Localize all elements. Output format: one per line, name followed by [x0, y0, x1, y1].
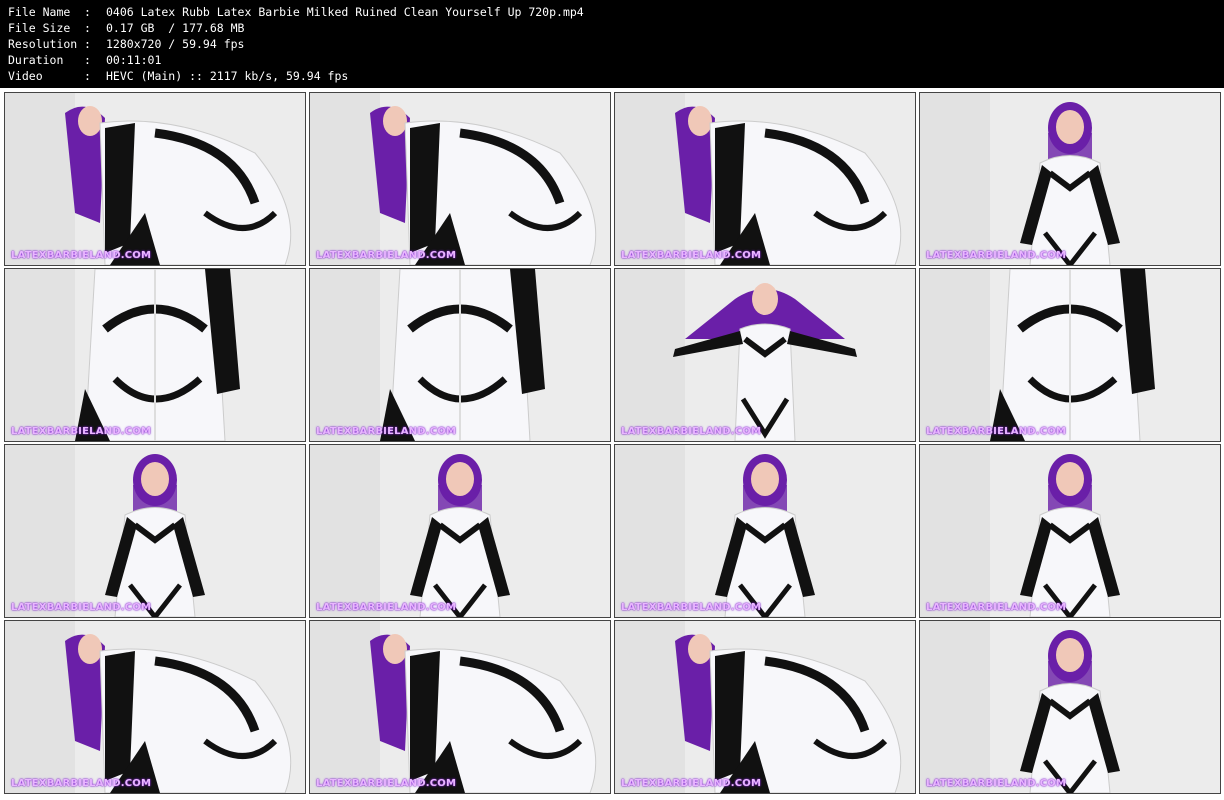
watermark: LATEXBARBIELAND.COM: [926, 426, 1067, 437]
info-row: File Size: 0.17 GB / 177.68 MB: [8, 20, 244, 36]
thumbnail-image: [920, 93, 1220, 265]
video-thumbnail: LATEXBARBIELAND.COM: [310, 269, 610, 441]
thumbnail-image: [920, 269, 1220, 441]
watermark: LATEXBARBIELAND.COM: [316, 250, 457, 261]
thumbnail-image: [5, 621, 305, 793]
watermark: LATEXBARBIELAND.COM: [621, 250, 762, 261]
info-value: 1280x720 / 59.94 fps: [106, 37, 245, 51]
info-key: File Size: [8, 21, 71, 35]
thumbnail-image: [920, 621, 1220, 793]
thumbnail-image: [5, 269, 305, 441]
thumbnail-image: [615, 621, 915, 793]
info-key: Duration: [8, 53, 64, 67]
thumbnail-image: [310, 445, 610, 617]
thumbnail-image: [615, 93, 915, 265]
video-thumbnail: LATEXBARBIELAND.COM: [920, 269, 1220, 441]
info-separator: :: [84, 21, 91, 35]
info-header: File Name: 0406 Latex Rubb Latex Barbie M…: [0, 0, 1224, 88]
video-thumbnail: LATEXBARBIELAND.COM: [5, 93, 305, 265]
info-separator: :: [84, 37, 91, 51]
watermark: LATEXBARBIELAND.COM: [11, 250, 152, 261]
video-thumbnail: LATEXBARBIELAND.COM: [920, 445, 1220, 617]
info-row: Video: HEVC (Main) :: 2117 kb/s, 59.94 fp…: [8, 68, 348, 84]
info-key: Resolution: [8, 37, 78, 51]
info-value: 0.17 GB / 177.68 MB: [106, 21, 245, 35]
video-thumbnail: LATEXBARBIELAND.COM: [615, 269, 915, 441]
thumbnail-image: [310, 93, 610, 265]
watermark: LATEXBARBIELAND.COM: [11, 602, 152, 613]
video-thumbnail: LATEXBARBIELAND.COM: [5, 269, 305, 441]
thumbnail-image: [615, 269, 915, 441]
video-thumbnail: LATEXBARBIELAND.COM: [615, 93, 915, 265]
watermark: LATEXBARBIELAND.COM: [11, 426, 152, 437]
watermark: LATEXBARBIELAND.COM: [926, 250, 1067, 261]
thumbnail-grid: LATEXBARBIELAND.COM LATEXBARBIELAND.COM …: [0, 88, 1224, 800]
info-separator: :: [84, 69, 91, 83]
watermark: LATEXBARBIELAND.COM: [11, 778, 152, 789]
watermark: LATEXBARBIELAND.COM: [621, 426, 762, 437]
thumbnail-image: [310, 621, 610, 793]
info-row: File Name: 0406 Latex Rubb Latex Barbie M…: [8, 4, 584, 20]
video-thumbnail: LATEXBARBIELAND.COM: [5, 445, 305, 617]
thumbnail-image: [5, 445, 305, 617]
thumbnail-image: [5, 93, 305, 265]
video-thumbnail: LATEXBARBIELAND.COM: [615, 621, 915, 793]
info-key: Video: [8, 69, 43, 83]
watermark: LATEXBARBIELAND.COM: [316, 426, 457, 437]
info-key: File Name: [8, 5, 71, 19]
video-thumbnail: LATEXBARBIELAND.COM: [310, 93, 610, 265]
info-separator: :: [84, 5, 91, 19]
watermark: LATEXBARBIELAND.COM: [926, 602, 1067, 613]
info-value: 0406 Latex Rubb Latex Barbie Milked Ruin…: [106, 5, 584, 19]
thumbnail-image: [310, 269, 610, 441]
info-row: Duration: 00:11:01: [8, 52, 161, 68]
info-value: 00:11:01: [106, 53, 162, 67]
watermark: LATEXBARBIELAND.COM: [926, 778, 1067, 789]
watermark: LATEXBARBIELAND.COM: [316, 778, 457, 789]
thumbnail-image: [920, 445, 1220, 617]
watermark: LATEXBARBIELAND.COM: [621, 602, 762, 613]
video-thumbnail: LATEXBARBIELAND.COM: [920, 621, 1220, 793]
info-value: HEVC (Main) :: 2117 kb/s, 59.94 fps: [106, 69, 349, 83]
thumbnail-image: [615, 445, 915, 617]
video-thumbnail: LATEXBARBIELAND.COM: [920, 93, 1220, 265]
watermark: LATEXBARBIELAND.COM: [316, 602, 457, 613]
info-separator: :: [84, 53, 91, 67]
watermark: LATEXBARBIELAND.COM: [621, 778, 762, 789]
video-thumbnail: LATEXBARBIELAND.COM: [310, 445, 610, 617]
video-thumbnail: LATEXBARBIELAND.COM: [5, 621, 305, 793]
video-thumbnail: LATEXBARBIELAND.COM: [310, 621, 610, 793]
video-thumbnail: LATEXBARBIELAND.COM: [615, 445, 915, 617]
info-row: Resolution: 1280x720 / 59.94 fps: [8, 36, 244, 52]
